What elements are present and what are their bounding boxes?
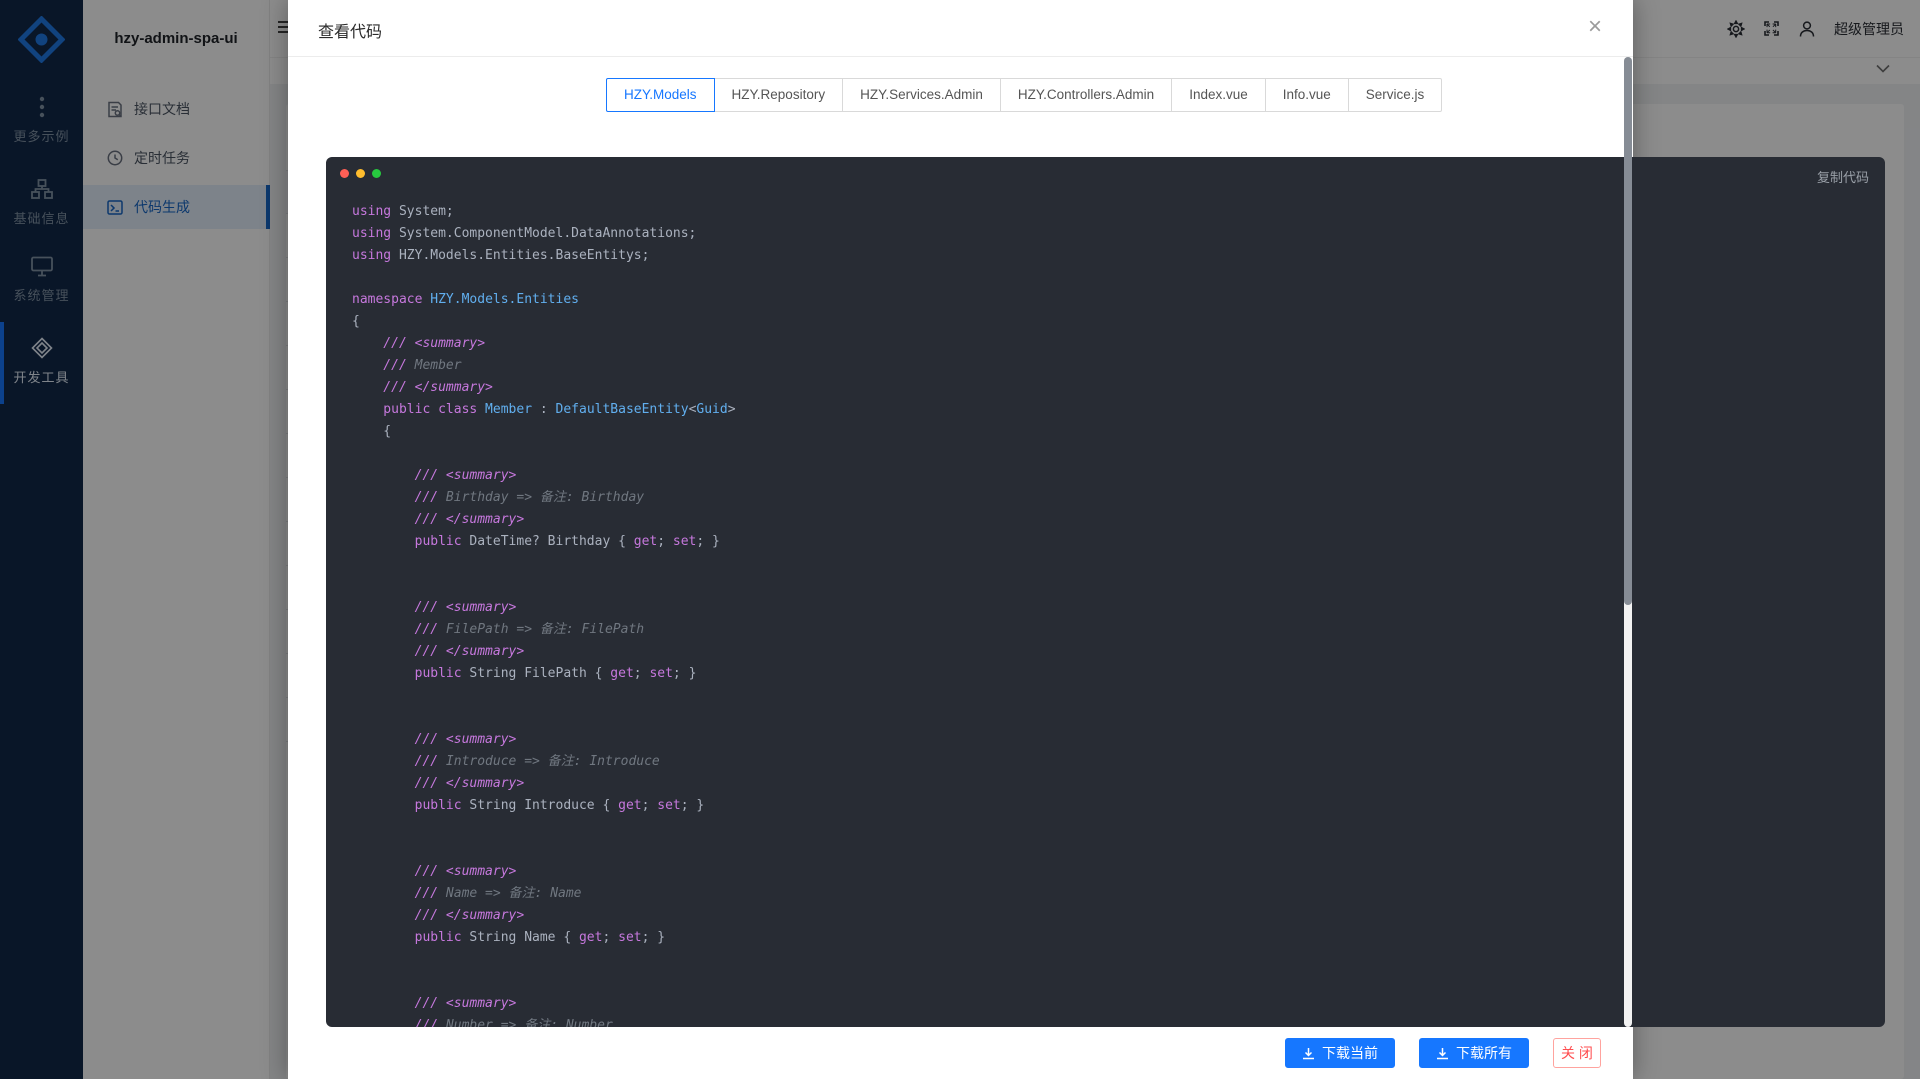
code-line: /// <summary> bbox=[352, 465, 1875, 487]
tab-service-js[interactable]: Service.js bbox=[1348, 78, 1443, 112]
code-line bbox=[352, 267, 1875, 289]
code-line bbox=[352, 817, 1875, 839]
code-line bbox=[352, 949, 1875, 971]
code-line: /// FilePath => 备注: FilePath bbox=[352, 619, 1875, 641]
code-content: using System;using System.ComponentModel… bbox=[352, 201, 1875, 1027]
tab-hzy-services-admin[interactable]: HZY.Services.Admin bbox=[842, 78, 1001, 112]
download-all-label: 下载所有 bbox=[1456, 1043, 1512, 1063]
code-line bbox=[352, 443, 1875, 465]
code-line: /// Name => 备注: Name bbox=[352, 883, 1875, 905]
modal-title: 查看代码 bbox=[318, 18, 382, 42]
tab-info-vue[interactable]: Info.vue bbox=[1265, 78, 1349, 112]
code-line bbox=[352, 685, 1875, 707]
code-line: /// Number => 备注: Number bbox=[352, 1015, 1875, 1027]
code-line: using System.ComponentModel.DataAnnotati… bbox=[352, 223, 1875, 245]
close-button[interactable]: 关 闭 bbox=[1553, 1038, 1601, 1068]
code-line: { bbox=[352, 421, 1875, 443]
scrollbar-thumb[interactable] bbox=[1624, 57, 1632, 605]
code-line: /// <summary> bbox=[352, 861, 1875, 883]
modal-footer: 下载当前 下载所有 关 闭 bbox=[288, 1027, 1633, 1079]
code-line: /// <summary> bbox=[352, 729, 1875, 751]
code-line: /// </summary> bbox=[352, 377, 1875, 399]
traffic-yellow-icon bbox=[356, 169, 365, 178]
code-line: /// Member bbox=[352, 355, 1875, 377]
code-line: /// </summary> bbox=[352, 905, 1875, 927]
traffic-green-icon bbox=[372, 169, 381, 178]
code-line: /// Birthday => 备注: Birthday bbox=[352, 487, 1875, 509]
stage: 更多示例 基础信息 系统管理 bbox=[0, 0, 1920, 1079]
code-line: using System; bbox=[352, 201, 1875, 223]
code-line: public String FilePath { get; set; } bbox=[352, 663, 1875, 685]
code-line: public class Member : DefaultBaseEntity<… bbox=[352, 399, 1875, 421]
code-line bbox=[352, 707, 1875, 729]
code-line: /// </summary> bbox=[352, 641, 1875, 663]
tab-hzy-controllers-admin[interactable]: HZY.Controllers.Admin bbox=[1000, 78, 1172, 112]
code-file-tabs: HZY.ModelsHZY.RepositoryHZY.Services.Adm… bbox=[606, 78, 1442, 112]
code-window: 复制代码 using System;using System.Component… bbox=[326, 157, 1885, 1027]
code-line: /// </summary> bbox=[352, 509, 1875, 531]
code-line bbox=[352, 575, 1875, 597]
code-line: { bbox=[352, 311, 1875, 333]
code-line bbox=[352, 839, 1875, 861]
code-line: /// <summary> bbox=[352, 333, 1875, 355]
code-line: public String Name { get; set; } bbox=[352, 927, 1875, 949]
download-icon bbox=[1302, 1047, 1315, 1060]
code-line bbox=[352, 553, 1875, 575]
window-traffic-lights bbox=[340, 169, 381, 178]
code-line: /// </summary> bbox=[352, 773, 1875, 795]
code-line: public DateTime? Birthday { get; set; } bbox=[352, 531, 1875, 553]
modal-scrollbar[interactable] bbox=[1624, 57, 1632, 1027]
tab-index-vue[interactable]: Index.vue bbox=[1171, 78, 1266, 112]
download-all-button[interactable]: 下载所有 bbox=[1419, 1038, 1529, 1068]
tab-hzy-models[interactable]: HZY.Models bbox=[606, 78, 715, 112]
code-line bbox=[352, 971, 1875, 993]
download-icon bbox=[1436, 1047, 1449, 1060]
code-line: public String Introduce { get; set; } bbox=[352, 795, 1875, 817]
traffic-red-icon bbox=[340, 169, 349, 178]
code-line: /// <summary> bbox=[352, 597, 1875, 619]
download-current-label: 下载当前 bbox=[1322, 1043, 1378, 1063]
download-current-button[interactable]: 下载当前 bbox=[1285, 1038, 1395, 1068]
modal-header: 查看代码 × bbox=[288, 0, 1633, 57]
close-icon[interactable]: × bbox=[1579, 12, 1611, 44]
copy-code-button[interactable]: 复制代码 bbox=[1817, 167, 1869, 186]
code-line: /// Introduce => 备注: Introduce bbox=[352, 751, 1875, 773]
view-code-modal: 查看代码 × HZY.ModelsHZY.RepositoryHZY.Servi… bbox=[288, 0, 1633, 1079]
code-line: using HZY.Models.Entities.BaseEntitys; bbox=[352, 245, 1875, 267]
code-line: /// <summary> bbox=[352, 993, 1875, 1015]
tab-hzy-repository[interactable]: HZY.Repository bbox=[714, 78, 844, 112]
code-line: namespace HZY.Models.Entities bbox=[352, 289, 1875, 311]
